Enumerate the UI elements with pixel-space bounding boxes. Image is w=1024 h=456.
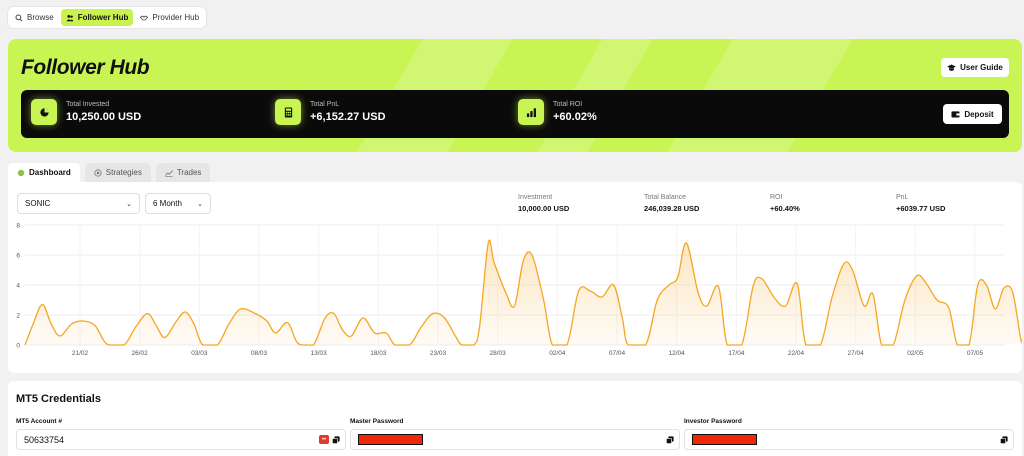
nav-browse-label: Browse: [27, 13, 54, 22]
x-tick-label: 26/02: [132, 350, 149, 357]
stats-bar: Total Invested 10,250.00 USD Total PnL +…: [21, 90, 1009, 138]
x-tick-label: 28/03: [490, 350, 507, 357]
stat-value: +60.02%: [553, 111, 597, 123]
calculator-icon: [284, 106, 292, 118]
x-tick-label: 02/05: [907, 350, 924, 357]
graduation-cap-icon: [947, 63, 956, 71]
credentials-title: MT5 Credentials: [16, 393, 101, 405]
pie-chart-icon: [39, 107, 49, 117]
line-chart-icon: [164, 169, 173, 177]
x-tick-label: 23/03: [430, 350, 447, 357]
tab-strategies[interactable]: Strategies: [84, 163, 151, 182]
x-tick-label: 27/04: [848, 350, 865, 357]
deposit-label: Deposit: [964, 109, 994, 119]
copy-icon[interactable]: [666, 436, 674, 444]
user-guide-button[interactable]: User Guide: [941, 58, 1009, 77]
nav-provider-hub-label: Provider Hub: [152, 13, 200, 22]
top-nav: Browse Follower Hub Provider Hub: [8, 7, 207, 28]
x-tick-label: 07/05: [967, 350, 984, 357]
x-tick-label: 18/03: [370, 350, 387, 357]
user-guide-label: User Guide: [960, 63, 1003, 72]
y-tick-label: 6: [16, 253, 20, 260]
x-tick-label: 08/03: [251, 350, 268, 357]
y-tick-label: 8: [16, 223, 20, 230]
stat-label: Total Invested: [66, 101, 110, 108]
stat-icon-box: [31, 99, 57, 125]
master-password-label: Master Password: [350, 418, 404, 425]
x-tick-label: 21/02: [72, 350, 89, 357]
deposit-button[interactable]: Deposit: [943, 104, 1002, 124]
redacted-value: [692, 434, 757, 445]
circle-icon: [17, 169, 25, 176]
stat-label: Total ROI: [553, 101, 583, 108]
x-tick-label: 07/04: [609, 350, 626, 357]
copy-icon[interactable]: [1000, 436, 1008, 444]
x-tick-label: 03/03: [191, 350, 208, 357]
x-tick-label: 12/04: [669, 350, 686, 357]
investor-password-label: Investor Password: [684, 418, 742, 425]
x-tick-label: 13/03: [311, 350, 328, 357]
wallet-icon: [951, 111, 960, 118]
tab-trades-label: Trades: [176, 168, 202, 177]
nav-follower-hub[interactable]: Follower Hub: [60, 9, 134, 26]
redacted-value: [358, 434, 423, 445]
page-title: Follower Hub: [21, 56, 150, 79]
master-password-field[interactable]: [350, 429, 680, 450]
stat-icon-box: [275, 99, 301, 125]
tab-strategies-label: Strategies: [105, 168, 142, 177]
account-value: 50633754: [24, 434, 65, 445]
roi-area-chart: 8 6 4 2 0 21/02 26/02 03/03 08/03 13/03 18/03 23/03…: [16, 223, 1022, 357]
x-tick-label: 22/04: [788, 350, 805, 357]
strategy-icon: [94, 168, 102, 177]
x-tick-label: 17/04: [728, 350, 745, 357]
account-label: MT5 Account #: [16, 418, 62, 425]
x-tick-label: 02/04: [549, 350, 566, 357]
copy-icon[interactable]: [332, 436, 340, 444]
y-tick-label: 2: [16, 313, 20, 320]
stat-label: Total PnL: [310, 101, 340, 108]
stat-value: +6,152.27 USD: [310, 111, 386, 123]
handshake-icon: [140, 15, 149, 20]
stat-value: 10,250.00 USD: [66, 111, 142, 123]
dashboard-tabs: Dashboard Strategies Trades: [8, 163, 211, 182]
stat-total-invested: Total Invested 10,250.00 USD: [31, 99, 141, 125]
nav-follower-hub-label: Follower Hub: [77, 13, 129, 22]
bar-chart-icon: [526, 107, 536, 117]
nav-provider-hub[interactable]: Provider Hub: [135, 9, 204, 26]
tab-trades[interactable]: Trades: [155, 163, 211, 182]
stat-total-roi: Total ROI +60.02%: [518, 99, 597, 125]
tab-dashboard-label: Dashboard: [29, 168, 71, 177]
account-field[interactable]: 50633754 ••: [16, 429, 346, 450]
tab-dashboard[interactable]: Dashboard: [8, 163, 80, 182]
investor-password-field[interactable]: [684, 429, 1014, 450]
users-icon: [66, 14, 74, 21]
search-icon: [15, 13, 23, 22]
stat-total-pnl: Total PnL +6,152.27 USD: [275, 99, 386, 125]
y-tick-label: 4: [16, 283, 20, 290]
y-tick-label: 0: [16, 343, 20, 350]
dashboard-panel: SONIC ⌄ 6 Month ⌄ Investment 10,000.00 U…: [8, 182, 1022, 373]
reveal-icon[interactable]: ••: [319, 435, 329, 444]
stat-icon-box: [518, 99, 544, 125]
hero-banner: Follower Hub User Guide Total Invested 1…: [8, 39, 1022, 152]
credentials-panel: MT5 Credentials MT5 Account # 50633754 •…: [8, 381, 1022, 456]
nav-browse[interactable]: Browse: [10, 9, 59, 26]
